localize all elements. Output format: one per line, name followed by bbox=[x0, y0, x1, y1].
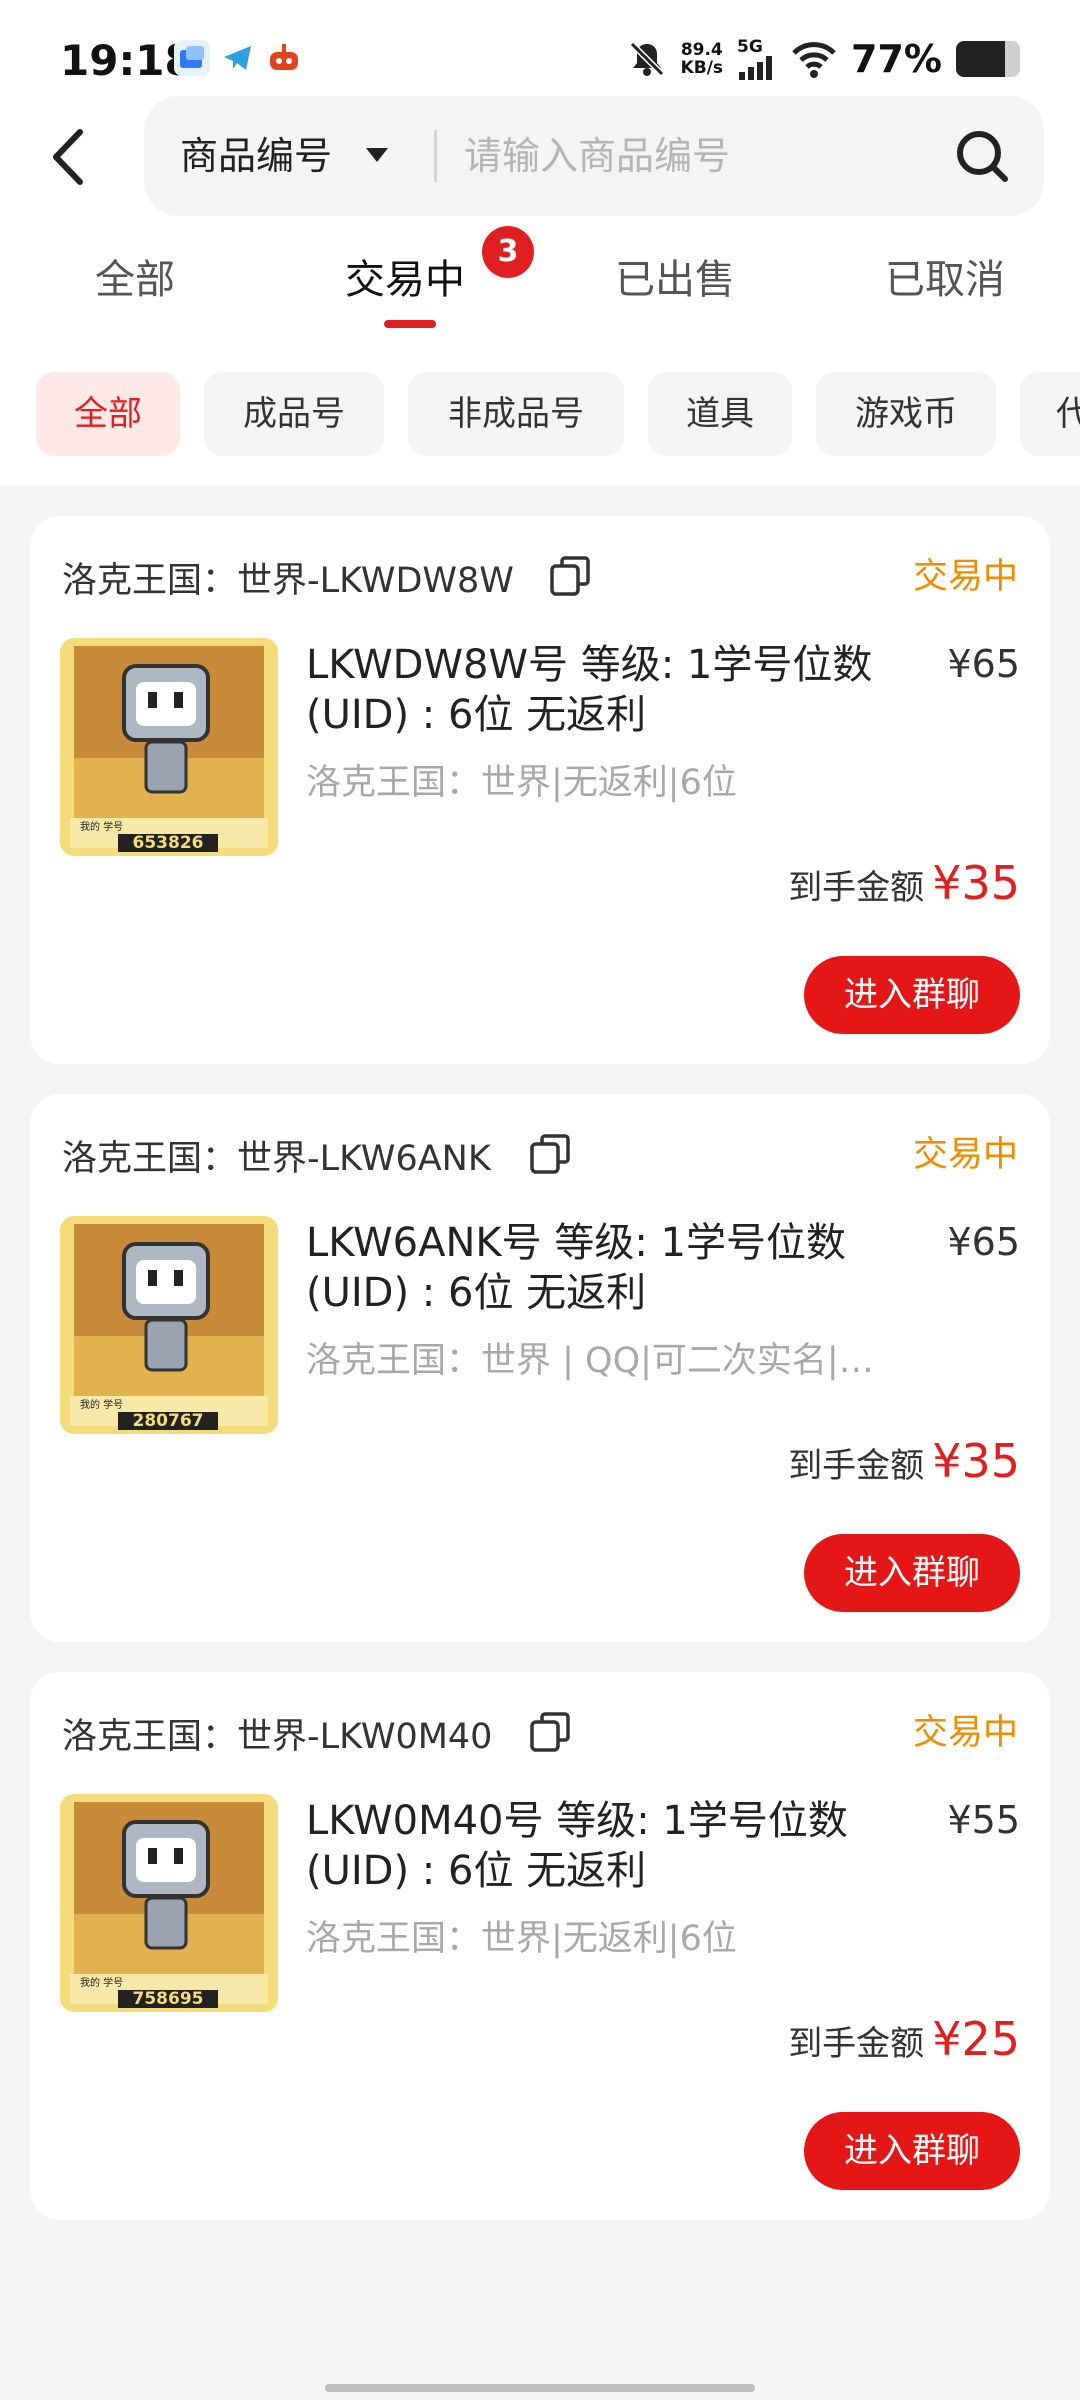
net-amount-value: ¥35 bbox=[932, 1434, 1020, 1488]
product-name[interactable]: LKWDW8W号 等级: 1学号位数(UID) : 6位 无返利 bbox=[306, 640, 906, 740]
product-name[interactable]: LKW6ANK号 等级: 1学号位数(UID) : 6位 无返利 bbox=[306, 1218, 906, 1318]
thumb-number: 280767 bbox=[133, 1411, 204, 1431]
game-notification-icon bbox=[266, 40, 302, 76]
wifi-icon bbox=[792, 42, 836, 78]
tab-trading-badge: 3 bbox=[482, 226, 534, 278]
order-status: 交易中 bbox=[912, 557, 1018, 597]
thumb-number: 653826 bbox=[133, 833, 204, 853]
order-tabs: 全部 交易中 已出售 已取消 bbox=[0, 244, 1080, 344]
thumb-caption: 我的 学号 bbox=[80, 1398, 123, 1411]
net-amount-row: 到手金额 ¥35 bbox=[788, 856, 1020, 916]
search-bar: 商品编号 bbox=[144, 96, 1044, 216]
battery-icon bbox=[956, 41, 1020, 77]
back-button[interactable] bbox=[42, 122, 102, 192]
chip-items[interactable]: 道具 bbox=[648, 372, 792, 456]
product-thumbnail[interactable]: 我的 学号 653826 bbox=[60, 638, 278, 856]
mute-icon bbox=[629, 41, 664, 77]
order-status: 交易中 bbox=[912, 1135, 1018, 1175]
chip-all[interactable]: 全部 bbox=[36, 372, 180, 456]
enter-group-chat-button[interactable]: 进入群聊 bbox=[804, 1534, 1020, 1612]
product-price: ¥55 bbox=[947, 1798, 1020, 1842]
search-type-select[interactable]: 商品编号 bbox=[180, 96, 332, 216]
cellular-signal: 5G bbox=[737, 38, 777, 80]
tab-cancelled[interactable]: 已取消 bbox=[810, 244, 1080, 344]
telegram-notification-icon bbox=[220, 40, 256, 76]
net-amount-row: 到手金额 ¥25 bbox=[788, 2012, 1020, 2072]
order-card[interactable]: 洛克王国：世界-LKWDW8W 交易中 我的 学号 653826 LKWDW8W… bbox=[30, 516, 1050, 1064]
search-icon bbox=[957, 131, 1008, 182]
chip-more[interactable]: 代 bbox=[1020, 372, 1080, 456]
product-desc: 洛克王国：世界|无返利|6位 bbox=[306, 763, 737, 803]
chevron-left-icon bbox=[53, 129, 83, 185]
net-amount-row: 到手金额 ¥35 bbox=[788, 1434, 1020, 1494]
product-price: ¥65 bbox=[947, 1220, 1020, 1264]
tab-sold[interactable]: 已出售 bbox=[540, 244, 810, 344]
search-divider bbox=[434, 130, 437, 182]
copy-icon[interactable] bbox=[528, 1132, 572, 1176]
tab-trading-label: 交易中 bbox=[345, 257, 465, 303]
product-desc: 洛克王国：世界 | QQ|可二次实名|… bbox=[306, 1341, 874, 1381]
product-thumbnail[interactable]: 我的 学号 280767 bbox=[60, 1216, 278, 1434]
product-name[interactable]: LKW0M40号 等级: 1学号位数(UID) : 6位 无返利 bbox=[306, 1796, 906, 1896]
net-amount-label: 到手金额 bbox=[788, 2024, 925, 2064]
thumb-caption: 我的 学号 bbox=[80, 1976, 123, 1989]
app-notification-icon bbox=[174, 40, 210, 76]
product-thumbnail[interactable]: 我的 学号 758695 bbox=[60, 1794, 278, 2012]
order-card[interactable]: 洛克王国：世界-LKW0M40 交易中 我的 学号 758695 LKW0M40… bbox=[30, 1672, 1050, 2220]
chip-non-finished-account[interactable]: 非成品号 bbox=[408, 372, 624, 456]
enter-group-chat-button[interactable]: 进入群聊 bbox=[804, 956, 1020, 1034]
net-amount-label: 到手金额 bbox=[788, 868, 925, 908]
order-card[interactable]: 洛克王国：世界-LKW6ANK 交易中 我的 学号 280767 LKW6ANK… bbox=[30, 1094, 1050, 1642]
order-status: 交易中 bbox=[912, 1713, 1018, 1753]
net-amount-value: ¥35 bbox=[932, 856, 1020, 910]
status-right: 89.4 KB/s 5G 77% bbox=[627, 34, 1020, 84]
tab-all[interactable]: 全部 bbox=[0, 244, 270, 344]
copy-icon[interactable] bbox=[528, 1710, 572, 1754]
active-tab-indicator bbox=[384, 320, 436, 328]
network-speed: 89.4 KB/s bbox=[680, 40, 724, 78]
search-button[interactable] bbox=[952, 126, 1012, 186]
thumb-caption: 我的 学号 bbox=[80, 820, 123, 833]
copy-icon[interactable] bbox=[548, 554, 592, 598]
home-indicator[interactable] bbox=[325, 2384, 755, 2392]
product-desc: 洛克王国：世界|无返利|6位 bbox=[306, 1919, 737, 1959]
caret-down-icon[interactable] bbox=[366, 148, 388, 162]
net-amount-label: 到手金额 bbox=[788, 1446, 925, 1486]
chip-game-currency[interactable]: 游戏币 bbox=[816, 372, 996, 456]
filter-chips: 全部 成品号 非成品号 道具 游戏币 代 bbox=[0, 372, 1080, 456]
product-price: ¥65 bbox=[947, 642, 1020, 686]
order-title: 洛克王国：世界-LKW0M40 bbox=[62, 1717, 493, 1757]
signal-icon bbox=[739, 56, 773, 80]
net-amount-value: ¥25 bbox=[932, 2012, 1020, 2066]
search-input[interactable] bbox=[464, 96, 944, 216]
thumb-number: 758695 bbox=[133, 1989, 204, 2009]
chip-finished-account[interactable]: 成品号 bbox=[204, 372, 384, 456]
order-title: 洛克王国：世界-LKWDW8W bbox=[62, 561, 514, 601]
battery-percent: 77% bbox=[851, 37, 942, 81]
enter-group-chat-button[interactable]: 进入群聊 bbox=[804, 2112, 1020, 2190]
order-title: 洛克王国：世界-LKW6ANK bbox=[62, 1139, 491, 1179]
